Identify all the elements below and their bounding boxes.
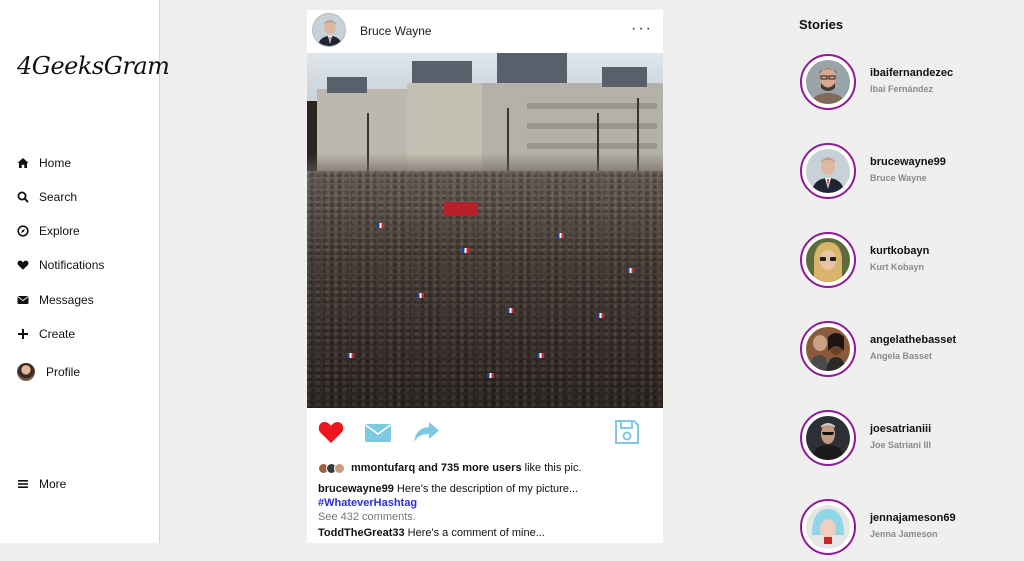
post-author-name[interactable]: Bruce Wayne xyxy=(360,24,432,38)
sidebar-item-label: Messages xyxy=(39,293,94,307)
sidebar-item-create[interactable]: Create xyxy=(17,323,75,345)
sidebar-item-more[interactable]: More xyxy=(17,473,66,495)
likes-summary: mmontufarq and 735 more users like this … xyxy=(318,462,582,474)
heart-icon xyxy=(17,259,29,271)
story-username: brucewayne99 xyxy=(870,156,946,168)
post-author-avatar[interactable] xyxy=(312,13,346,47)
home-icon xyxy=(17,157,29,169)
story-item[interactable]: ibaifernandezec Ibai Fernández xyxy=(800,54,1020,116)
story-display-name: Ibai Fernández xyxy=(870,84,934,94)
message-button[interactable] xyxy=(364,418,392,446)
avatar xyxy=(17,363,35,381)
share-icon xyxy=(414,422,439,442)
post-description: brucewayne99 Here's the description of m… xyxy=(318,482,658,510)
avatar xyxy=(806,238,850,282)
story-item[interactable]: brucewayne99 Bruce Wayne xyxy=(800,143,1020,205)
photo-crowd xyxy=(307,171,663,408)
sidebar-item-explore[interactable]: Explore xyxy=(17,220,80,242)
likes-suffix: like this pic. xyxy=(524,462,582,474)
app-logo[interactable]: 4GeeksGram xyxy=(17,52,170,80)
story-ring xyxy=(800,499,856,555)
sidebar-item-search[interactable]: Search xyxy=(17,186,77,208)
story-username: angelathebasset xyxy=(870,334,957,346)
post-header: Bruce Wayne ··· xyxy=(307,10,663,53)
story-username: kurtkobayn xyxy=(870,245,930,257)
story-ring xyxy=(800,410,856,466)
story-username: jennajameson69 xyxy=(870,512,956,524)
story-display-name: Kurt Kobayn xyxy=(870,262,924,272)
save-icon xyxy=(615,420,639,444)
story-display-name: Jenna Jameson xyxy=(870,529,938,539)
story-item[interactable]: angelathebasset Angela Basset xyxy=(800,321,1020,383)
story-display-name: Bruce Wayne xyxy=(870,173,927,183)
avatar xyxy=(806,327,850,371)
sidebar-item-notifications[interactable]: Notifications xyxy=(17,254,104,276)
save-button[interactable] xyxy=(613,418,641,446)
compass-icon xyxy=(17,225,29,237)
sidebar-item-label: Home xyxy=(39,156,72,170)
avatar xyxy=(806,505,850,549)
sidebar-item-home[interactable]: Home xyxy=(17,152,71,174)
likes-others[interactable]: and 735 more users xyxy=(418,462,521,474)
search-icon xyxy=(17,191,29,203)
stories-title: Stories xyxy=(799,17,844,32)
likes-user[interactable]: mmontufarq xyxy=(351,462,415,474)
sidebar-item-messages[interactable]: Messages xyxy=(17,289,94,311)
story-ring xyxy=(800,321,856,377)
story-username: joesatrianiii xyxy=(870,423,932,435)
sidebar-item-profile[interactable]: Profile xyxy=(17,361,80,383)
hashtag-link[interactable]: #WhateverHashtag xyxy=(318,497,417,509)
sidebar-item-label: Search xyxy=(39,190,78,204)
story-username: ibaifernandezec xyxy=(870,67,954,79)
sidebar-item-label: Profile xyxy=(46,365,81,379)
story-item[interactable]: joesatrianiii Joe Satriani III xyxy=(800,410,1020,472)
description-username[interactable]: brucewayne99 xyxy=(318,483,394,495)
comment-text: Here's a comment of mine... xyxy=(407,527,545,539)
plus-icon xyxy=(17,328,29,340)
share-button[interactable] xyxy=(412,418,440,446)
heart-icon xyxy=(318,422,344,443)
post-card: Bruce Wayne ··· mmontufarq and 735 more … xyxy=(307,10,663,543)
story-item[interactable]: kurtkobayn Kurt Kobayn xyxy=(800,232,1020,294)
sidebar-item-label: More xyxy=(39,477,67,491)
envelope-icon xyxy=(17,294,29,306)
avatar xyxy=(806,60,850,104)
sidebar-item-label: Create xyxy=(39,327,76,341)
story-ring xyxy=(800,143,856,199)
story-display-name: Angela Basset xyxy=(870,351,933,361)
comment-username[interactable]: ToddTheGreat33 xyxy=(318,527,405,539)
story-ring xyxy=(800,54,856,110)
like-button[interactable] xyxy=(317,418,345,446)
avatar xyxy=(806,416,850,460)
menu-icon xyxy=(17,478,29,490)
avatar xyxy=(334,462,345,474)
story-display-name: Joe Satriani III xyxy=(870,440,932,450)
sidebar: 4GeeksGram Home Search Explore Notificat… xyxy=(0,0,170,543)
story-item[interactable]: jennajameson69 Jenna Jameson xyxy=(800,499,1020,561)
sidebar-item-label: Notifications xyxy=(39,258,105,272)
post-image[interactable] xyxy=(307,53,663,408)
see-comments-link[interactable]: See 432 comments. xyxy=(318,511,416,523)
post-actions xyxy=(307,410,663,454)
envelope-icon xyxy=(365,424,391,442)
ellipsis-icon[interactable]: ··· xyxy=(631,20,653,38)
avatar xyxy=(806,149,850,193)
story-ring xyxy=(800,232,856,288)
comment: ToddTheGreat33 Here's a comment of mine.… xyxy=(318,527,545,539)
description-text: Here's the description of my picture... xyxy=(396,483,579,495)
sidebar-item-label: Explore xyxy=(39,224,80,238)
